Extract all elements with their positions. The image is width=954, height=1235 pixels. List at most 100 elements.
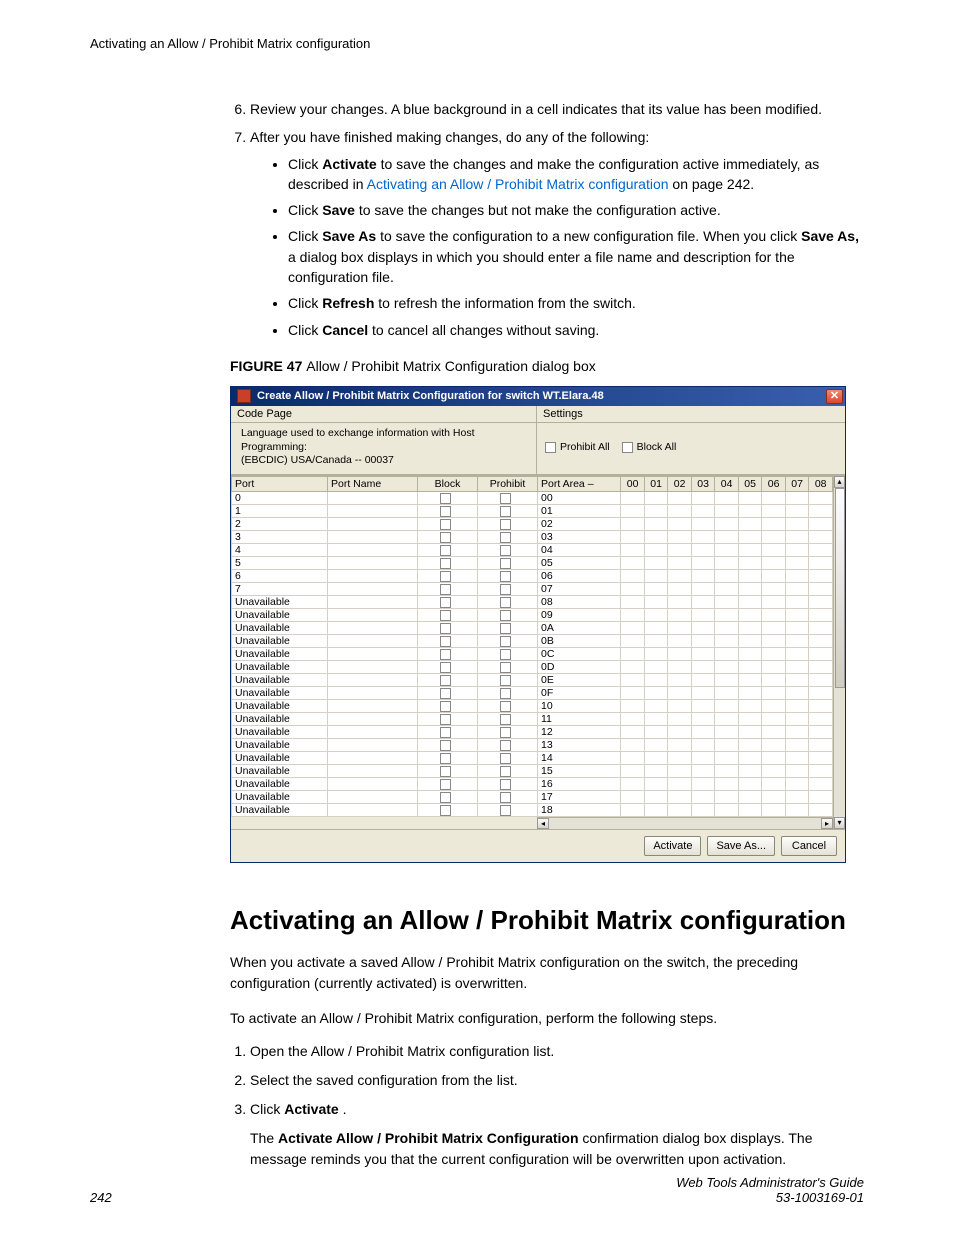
table-row[interactable]: 0E (538, 673, 833, 686)
col-header-area[interactable]: 04 (715, 476, 739, 491)
table-row[interactable]: 14 (538, 751, 833, 764)
matrix-cell[interactable] (621, 777, 645, 790)
matrix-cell[interactable] (738, 725, 762, 738)
cell-block-checkbox[interactable] (418, 543, 478, 556)
matrix-cell[interactable] (668, 699, 692, 712)
matrix-cell[interactable] (691, 790, 715, 803)
table-row[interactable]: 11 (538, 712, 833, 725)
cell-prohibit-checkbox[interactable] (478, 777, 538, 790)
matrix-cell[interactable] (785, 725, 809, 738)
matrix-cell[interactable] (691, 595, 715, 608)
matrix-cell[interactable] (644, 582, 668, 595)
matrix-cell[interactable] (644, 725, 668, 738)
matrix-cell[interactable] (644, 673, 668, 686)
cell-block-checkbox[interactable] (418, 751, 478, 764)
matrix-cell[interactable] (621, 699, 645, 712)
matrix-cell[interactable] (738, 660, 762, 673)
matrix-cell[interactable] (785, 777, 809, 790)
matrix-cell[interactable] (809, 543, 833, 556)
cell-prohibit-checkbox[interactable] (478, 686, 538, 699)
scroll-right-icon[interactable]: ▸ (821, 818, 833, 829)
matrix-cell[interactable] (809, 582, 833, 595)
matrix-cell[interactable] (762, 491, 786, 504)
matrix-cell[interactable] (785, 699, 809, 712)
col-header-area[interactable]: 00 (621, 476, 645, 491)
table-row[interactable]: 03 (538, 530, 833, 543)
table-row[interactable]: 04 (538, 543, 833, 556)
matrix-cell[interactable] (738, 647, 762, 660)
matrix-cell[interactable] (691, 504, 715, 517)
cell-prohibit-checkbox[interactable] (478, 647, 538, 660)
cell-block-checkbox[interactable] (418, 569, 478, 582)
matrix-cell[interactable] (691, 777, 715, 790)
matrix-cell[interactable] (809, 777, 833, 790)
cell-prohibit-checkbox[interactable] (478, 738, 538, 751)
table-row[interactable]: 0A (538, 621, 833, 634)
table-row[interactable]: 0F (538, 686, 833, 699)
table-row[interactable]: Unavailable (232, 777, 538, 790)
col-header-block[interactable]: Block (418, 476, 478, 491)
matrix-cell[interactable] (785, 582, 809, 595)
table-row[interactable]: 00 (538, 491, 833, 504)
cell-prohibit-checkbox[interactable] (478, 582, 538, 595)
matrix-cell[interactable] (809, 504, 833, 517)
matrix-cell[interactable] (809, 491, 833, 504)
matrix-cell[interactable] (668, 790, 692, 803)
matrix-cell[interactable] (715, 543, 739, 556)
matrix-cell[interactable] (621, 504, 645, 517)
matrix-cell[interactable] (621, 595, 645, 608)
matrix-cell[interactable] (715, 803, 739, 816)
cell-prohibit-checkbox[interactable] (478, 569, 538, 582)
close-icon[interactable]: ✕ (826, 389, 843, 404)
table-row[interactable]: Unavailable (232, 660, 538, 673)
matrix-cell[interactable] (809, 621, 833, 634)
cell-prohibit-checkbox[interactable] (478, 699, 538, 712)
matrix-cell[interactable] (715, 712, 739, 725)
matrix-cell[interactable] (785, 569, 809, 582)
matrix-cell[interactable] (738, 621, 762, 634)
matrix-cell[interactable] (668, 686, 692, 699)
matrix-cell[interactable] (785, 790, 809, 803)
matrix-cell[interactable] (738, 634, 762, 647)
matrix-cell[interactable] (762, 673, 786, 686)
table-row[interactable]: Unavailable (232, 595, 538, 608)
table-row[interactable]: Unavailable (232, 621, 538, 634)
matrix-cell[interactable] (715, 751, 739, 764)
matrix-cell[interactable] (621, 608, 645, 621)
matrix-cell[interactable] (691, 712, 715, 725)
matrix-cell[interactable] (738, 803, 762, 816)
matrix-cell[interactable] (621, 543, 645, 556)
table-row[interactable]: 02 (538, 517, 833, 530)
horizontal-scrollbar[interactable]: ◂ ▸ (537, 817, 833, 829)
matrix-cell[interactable] (738, 517, 762, 530)
col-header-portarea[interactable]: Port Area – (538, 476, 621, 491)
matrix-cell[interactable] (762, 634, 786, 647)
matrix-cell[interactable] (738, 686, 762, 699)
matrix-cell[interactable] (762, 556, 786, 569)
col-header-area[interactable]: 06 (762, 476, 786, 491)
cancel-button[interactable]: Cancel (781, 836, 837, 856)
cell-block-checkbox[interactable] (418, 647, 478, 660)
matrix-cell[interactable] (691, 569, 715, 582)
matrix-cell[interactable] (785, 530, 809, 543)
matrix-cell[interactable] (785, 686, 809, 699)
matrix-cell[interactable] (644, 647, 668, 660)
matrix-cell[interactable] (621, 621, 645, 634)
matrix-cell[interactable] (809, 725, 833, 738)
matrix-cell[interactable] (691, 738, 715, 751)
table-row[interactable]: Unavailable (232, 686, 538, 699)
matrix-cell[interactable] (762, 751, 786, 764)
matrix-cell[interactable] (644, 595, 668, 608)
table-row[interactable]: Unavailable (232, 790, 538, 803)
cell-block-checkbox[interactable] (418, 595, 478, 608)
cell-prohibit-checkbox[interactable] (478, 491, 538, 504)
table-row[interactable]: 3 (232, 530, 538, 543)
cell-prohibit-checkbox[interactable] (478, 790, 538, 803)
matrix-cell[interactable] (691, 582, 715, 595)
matrix-cell[interactable] (668, 673, 692, 686)
matrix-cell[interactable] (738, 673, 762, 686)
cell-block-checkbox[interactable] (418, 712, 478, 725)
matrix-cell[interactable] (809, 673, 833, 686)
cell-prohibit-checkbox[interactable] (478, 556, 538, 569)
matrix-cell[interactable] (762, 530, 786, 543)
